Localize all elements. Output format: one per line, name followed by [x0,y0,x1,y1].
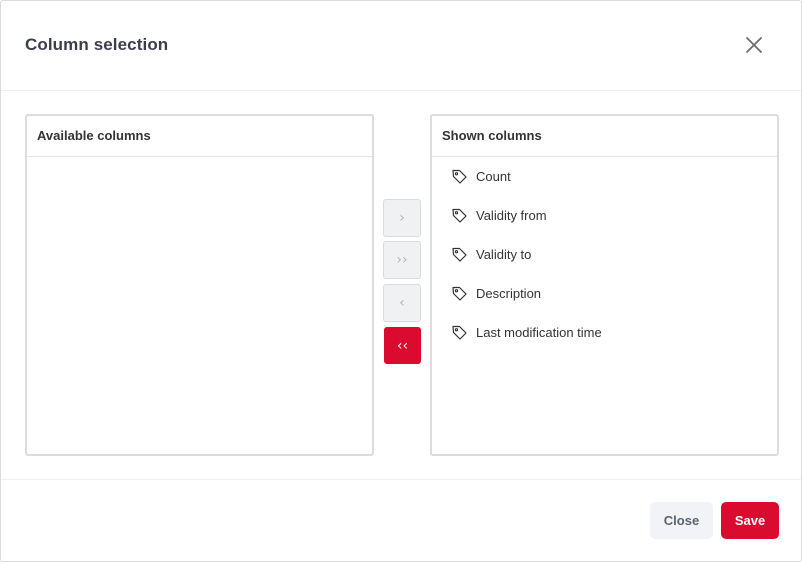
available-columns-panel: Available columns [25,114,374,456]
shown-columns-header: Shown columns [432,116,777,157]
shown-column-label: Description [476,286,542,301]
tag-icon [452,208,467,223]
shown-column-item-validity-from[interactable]: Validity from [432,196,777,235]
dialog-footer: Close Save [1,479,801,563]
shown-column-label: Last modification time [476,325,602,340]
shown-column-label: Validity to [476,247,532,262]
shown-column-item-last-modification-time[interactable]: Last modification time [432,313,777,352]
shown-columns-list: Count Validity from Validity to Descript… [432,157,777,352]
shown-column-label: Count [476,169,511,184]
tag-icon [452,325,467,340]
shown-column-item-validity-to[interactable]: Validity to [432,235,777,274]
tag-icon [452,169,467,184]
available-columns-header: Available columns [27,116,372,157]
dialog-header: Column selection [1,1,801,91]
column-selection-dialog: Column selection Available columns › ›› … [0,0,802,562]
shown-column-item-count[interactable]: Count [432,157,777,196]
shown-column-item-description[interactable]: Description [432,274,777,313]
move-all-left-button[interactable]: ‹‹ [384,327,421,364]
move-right-button[interactable]: › [383,199,421,237]
tag-icon [452,286,467,301]
tag-icon [452,247,467,262]
shown-columns-panel: Shown columns Count Validity from Validi… [430,114,779,456]
dialog-title: Column selection [25,35,169,54]
save-button[interactable]: Save [721,502,779,539]
move-all-right-button[interactable]: ›› [383,241,421,279]
close-icon[interactable] [741,32,767,58]
shown-column-label: Validity from [476,208,547,223]
move-left-button[interactable]: ‹ [383,284,421,322]
close-button[interactable]: Close [650,502,713,539]
